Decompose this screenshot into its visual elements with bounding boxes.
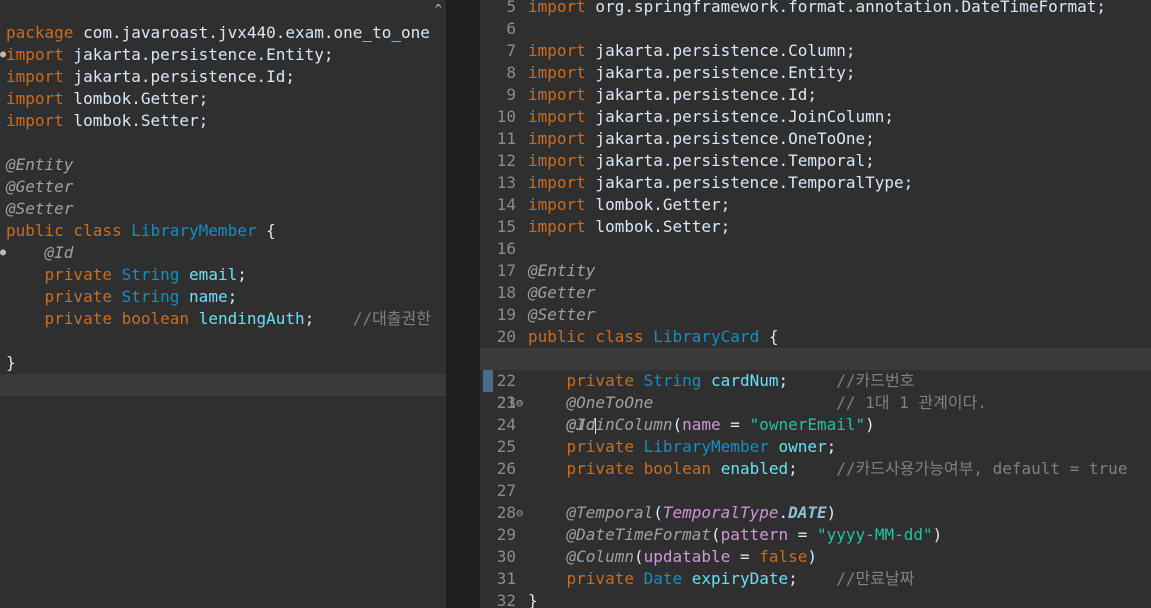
left-editor-pane[interactable]: package com.javaroast.jvx440.exam.one_to… <box>0 0 446 608</box>
code-line: ● import jakarta.persistence.Entity; <box>0 45 334 64</box>
code-line: ● @Id <box>0 243 74 262</box>
right-editor-pane[interactable]: 5 import org.springframework.format.annot… <box>480 0 1151 608</box>
code-line: } <box>6 353 16 372</box>
code-line: private String email; <box>44 265 247 284</box>
code-line: @Getter <box>6 177 74 196</box>
code-line: public class LibraryMember { <box>6 221 276 240</box>
current-line <box>0 374 446 396</box>
code-line: @Entity <box>6 155 74 174</box>
code-line: import jakarta.persistence.Id; <box>6 67 295 86</box>
package-name: com.javaroast.jvx440.exam.one_to_one <box>83 23 430 42</box>
code-line: import lombok.Setter; <box>6 111 209 130</box>
scroll-up-icon[interactable]: ^ <box>430 0 446 18</box>
code-line: package com.javaroast.jvx440.exam.one_to… <box>6 23 430 42</box>
current-line: 21 ⊖ @Id <box>480 348 1151 434</box>
fold-icon[interactable]: ⊖ <box>516 392 526 414</box>
editor-divider[interactable] <box>446 0 480 608</box>
code-line: import lombok.Getter; <box>6 89 209 108</box>
code-line: private String name; <box>44 287 238 306</box>
code-line: @Setter <box>6 199 74 218</box>
fold-icon[interactable]: ⊖ <box>516 502 526 524</box>
code-line: private boolean lendingAuth; //대출권한 <box>44 309 431 328</box>
